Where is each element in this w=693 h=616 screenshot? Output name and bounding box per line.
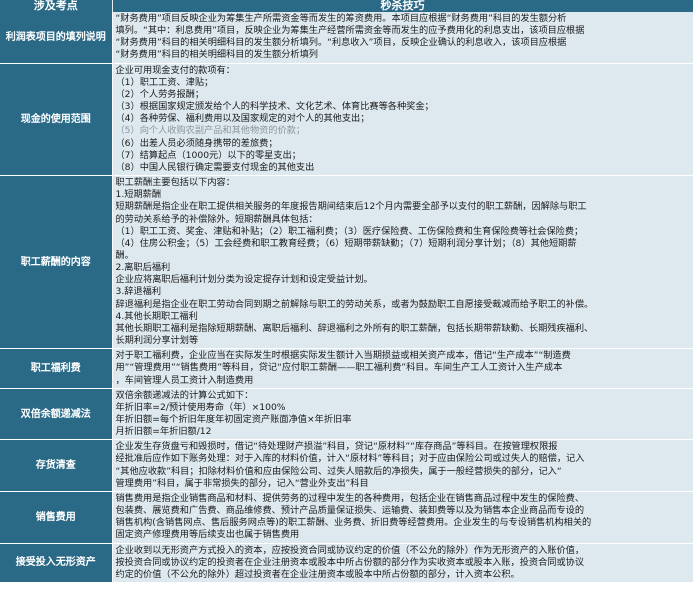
header-tips: 秒杀技巧	[112, 0, 693, 12]
text-line: 约定的价值（不公允的除外）超过投资者在企业注册资本或股本中所占份额的部分，计入资…	[115, 568, 520, 580]
table-row: 销售费用 销售费用是指企业销售商品和材料、提供劳务的过程中发生的各种费用，包括企…	[0, 491, 693, 544]
header-row: 涉及考点 秒杀技巧	[0, 0, 693, 12]
topic-cell: 存货清查	[0, 439, 113, 492]
table-row: 职工薪酬的内容 职工薪酬主要包括以下内容： 1.短期薪酬 短期薪酬是指企业在职工…	[0, 175, 693, 350]
topic-cell: 销售费用	[0, 491, 113, 544]
text-line: （1）职工工资、奖金、津贴和补贴；（2）职工福利费；（3）医疗保险费、工伤保险费…	[115, 225, 584, 237]
text-line: 用”“管理费用”“销售费用”等科目，贷记“应付职工薪酬——职工福利费”科目。车间…	[115, 362, 563, 374]
table-row: 利润表项目的填列说明 “财务费用”项目反映企业为筹集生产所需资金等而发生的筹资费…	[0, 12, 693, 64]
text-line: “其他应收款”科目；扣除材料价值和应由保险公司、过失人赔款后的净损失，属于一般经…	[115, 465, 562, 477]
text-line: （2）个人劳务报酬；	[115, 88, 205, 100]
table-row: 现金的使用范围 企业可用现金支付的款项有： （1）职工工资、津贴； （2）个人劳…	[0, 63, 693, 177]
text-line: （5）向个人收购农副产品和其他物资的价款；	[115, 125, 306, 137]
table-row: 职工福利费 对于职工福利费，企业应当在实际发生时根据实际发生额计入当期损益或相关…	[0, 348, 693, 389]
tips-cell: 企业发生存货盘亏和毁损时，借记“待处理财产损溢”科目，贷记“原材料”“库存商品”…	[112, 439, 693, 492]
topic-cell: 职工福利费	[0, 348, 113, 389]
text-line: “财务费用”项目反映企业为筹集生产所需资金等而发生的筹资费用。本项目应根据“财务…	[115, 13, 567, 24]
topic-cell: 现金的使用范围	[0, 63, 113, 177]
text-line: 包装费、展览费和广告费、商品维修费、预计产品质量保证损失、运输费、装卸费等以及为…	[115, 505, 585, 517]
text-line: 1.短期薪酬	[115, 189, 162, 201]
text-line: 年折旧率=2/预计使用寿命（年）×100%	[115, 401, 286, 413]
text-line: 长期利润分享计划等	[115, 335, 199, 347]
text-line: （1）职工工资、津贴；	[115, 76, 214, 88]
text-line: 企业可用现金支付的款项有：	[115, 64, 235, 76]
text-line: 企业应将离职后福利计划分类为设定提存计划和设定受益计划。	[115, 274, 373, 286]
topic-cell: 利润表项目的填列说明	[0, 12, 113, 64]
text-line: （4）各种劳保、福利费用以及国家规定的对个人的其他支出；	[115, 113, 370, 125]
tips-cell: 企业收到以无形资产方式投入的资本，应按投资合同或协议约定的价值（不公允的除外）作…	[112, 543, 693, 584]
tips-cell: “财务费用”项目反映企业为筹集生产所需资金等而发生的筹资费用。本项目应根据“财务…	[112, 12, 693, 64]
tips-cell: 双倍余额递减法的计算公式如下： 年折旧率=2/预计使用寿命（年）×100% 年折…	[112, 388, 693, 441]
table-row: 双倍余额递减法 双倍余额递减法的计算公式如下： 年折旧率=2/预计使用寿命（年）…	[0, 388, 693, 441]
text-line: “财务费用”科目的相关明细科目的发生额分析填列	[115, 49, 318, 61]
text-line: 2.离职后福利	[115, 262, 171, 274]
text-line: （8）中国人民银行确定需要支付现金的其他支出	[115, 161, 315, 173]
text-line: 4.其他长期职工福利	[115, 310, 198, 322]
text-line: 3.辞退福利	[115, 286, 162, 298]
text-line: “财务费用”科目的相关明细科目的发生额分析填列。“利息收入”项目，反映企业确认的…	[115, 37, 567, 49]
text-line: 填列。“其中：利息费用”项目，反映企业为筹集生产经营所需资金等而发生的应予费用化…	[115, 25, 585, 37]
text-line: 职工薪酬主要包括以下内容：	[115, 177, 235, 189]
text-line: 按投资合同或协议约定的投资者在企业注册资本或股本中所占份额的部分作为实收资本或股…	[115, 556, 585, 568]
text-line: 管理费用”科目，属于非常损失的部分，记入“营业外支出”科目	[115, 477, 369, 489]
text-line: 其他长期职工福利是指除短期薪酬、离职后福利、辞退福利之外所有的职工薪酬，包括长期…	[115, 322, 594, 334]
text-line: 短期薪酬是指企业在职工提供相关服务的年度报告期间结束后12个月内需要全部予以支付…	[115, 201, 587, 213]
table-row: 接受投入无形资产 企业收到以无形资产方式投入的资本，应按投资合同或协议约定的价值…	[0, 543, 693, 584]
text-line: （3）根据国家规定颁发给个人的科学技术、文化艺术、体育比赛等各种奖金；	[115, 101, 434, 113]
topic-cell: 职工薪酬的内容	[0, 175, 113, 350]
header-topic: 涉及考点	[0, 0, 113, 12]
table-row: 存货清查 企业发生存货盘亏和毁损时，借记“待处理财产损溢”科目，贷记“原材料”“…	[0, 439, 693, 492]
text-line: （4）住房公积金；（5）工会经费和职工教育经费；（6）短期带薪缺勤；（7）短期利…	[115, 237, 577, 249]
text-line: 经批准后应作如下账务处理：对于入库的材料价值，计入“原材料”等科目；对于应由保险…	[115, 453, 585, 465]
text-line: 企业发生存货盘亏和毁损时，借记“待处理财产损溢”科目，贷记“原材料”“库存商品”…	[115, 441, 558, 453]
exam-points-table: 涉及考点 秒杀技巧 利润表项目的填列说明 “财务费用”项目反映企业为筹集生产所需…	[0, 0, 693, 584]
text-line: （6）出差人员必须随身携带的差旅费；	[115, 137, 278, 149]
text-line: 双倍余额递减法的计算公式如下：	[115, 389, 254, 401]
text-line: 固定资产修理费用等后续支出也属于销售费用	[115, 529, 300, 541]
text-line: 企业收到以无形资产方式投入的资本，应按投资合同或协议约定的价值（不公允的除外）作…	[115, 544, 585, 556]
text-line: 年折旧额=每个折旧年度年初固定资产账面净值×年折旧率	[115, 414, 352, 425]
text-line: 酬。	[115, 249, 134, 261]
text-line: 辞退福利是指企业在职工劳动合同到期之前解除与职工的劳动关系，或者为鼓励职工自愿接…	[115, 298, 594, 310]
text-line: （7）结算起点（1000元）以下的零星支出；	[115, 149, 301, 161]
text-line: 销售机构(含销售网点、售后服务网点等)的职工薪酬、业务费、折旧费等经营费用。企业…	[115, 517, 592, 529]
topic-cell: 接受投入无形资产	[0, 543, 113, 584]
topic-cell: 双倍余额递减法	[0, 388, 113, 441]
tips-cell: 销售费用是指企业销售商品和材料、提供劳务的过程中发生的各种费用，包括企业在销售商…	[112, 491, 693, 544]
text-line: ，车间管理人员工资计入制造费用	[115, 374, 254, 386]
tips-cell: 职工薪酬主要包括以下内容： 1.短期薪酬 短期薪酬是指企业在职工提供相关服务的年…	[112, 175, 693, 350]
text-line: 对于职工福利费，企业应当在实际发生时根据实际发生额计入当期损益或相关资产成本，借…	[115, 350, 571, 362]
text-line: 销售费用是指企业销售商品和材料、提供劳务的过程中发生的各种费用，包括企业在销售商…	[115, 492, 585, 504]
text-line: 的劳动关系给予的补偿除外。短期薪酬具体包括：	[115, 213, 318, 225]
tips-cell: 企业可用现金支付的款项有： （1）职工工资、津贴； （2）个人劳务报酬； （3）…	[112, 63, 693, 177]
text-line: 月折旧额=年折旧额/12	[115, 426, 212, 438]
tips-cell: 对于职工福利费，企业应当在实际发生时根据实际发生额计入当期损益或相关资产成本，借…	[112, 348, 693, 389]
